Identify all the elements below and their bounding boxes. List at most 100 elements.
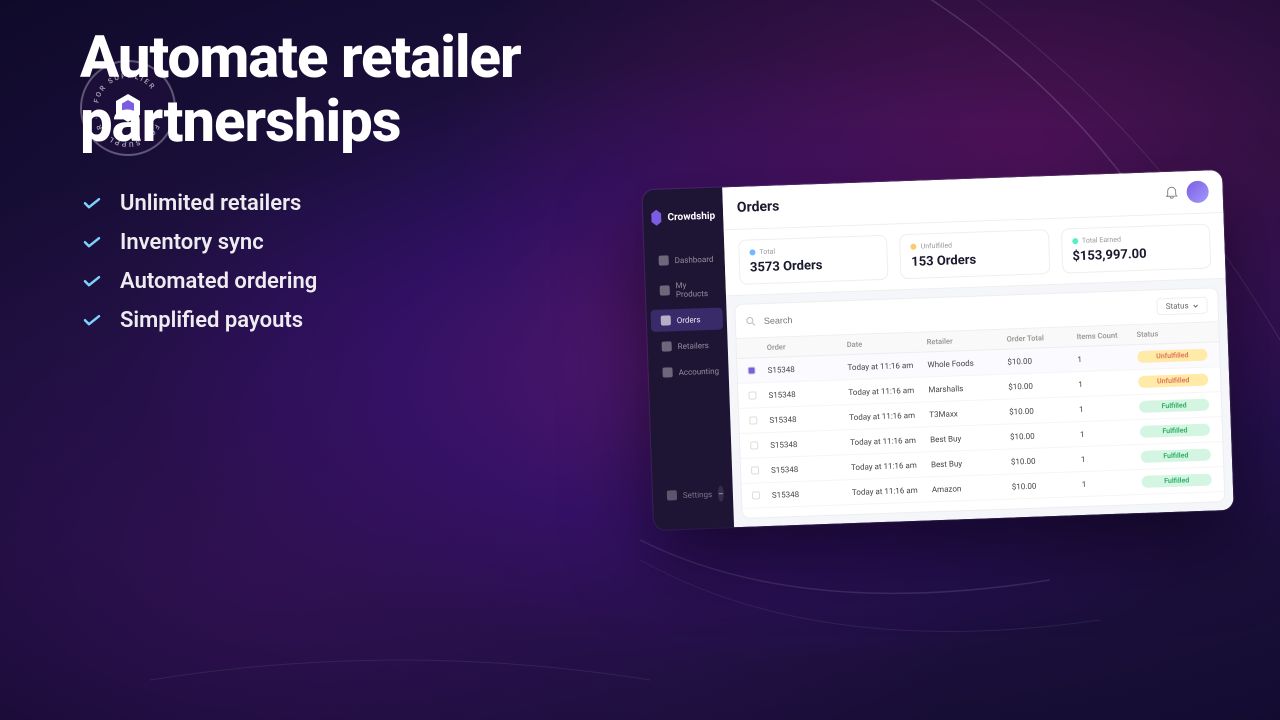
order-retailer: Best Buy (931, 457, 1011, 469)
status-badge: Unfulfilled (1138, 374, 1208, 388)
orders-table: Status Order Date Retailer Order Total I… (734, 287, 1225, 519)
app-sidebar: Crowdship Dashboard My Products Orders R… (642, 187, 734, 530)
order-retailer: T3Maxx (929, 407, 1009, 419)
sidebar-item-retailers[interactable]: Retailers (651, 333, 724, 357)
sidebar-item-accounting[interactable]: Accounting (652, 359, 725, 383)
sidebar-nav: Dashboard My Products Orders Retailers A… (644, 247, 732, 474)
settings-icon (667, 490, 677, 500)
check-icon-3 (80, 269, 104, 293)
status-badge: Unfulfilled (1137, 349, 1207, 363)
order-id: S15348 (769, 413, 849, 425)
order-total: $10.00 (1011, 455, 1081, 466)
order-id: S15348 (772, 488, 852, 500)
notification-icon[interactable] (1164, 186, 1178, 200)
main-content-area: Orders Total 3573 Orders (722, 170, 1234, 527)
row-checkbox[interactable] (750, 441, 758, 449)
order-items: 1 (1082, 477, 1142, 488)
settings-item[interactable]: Settings (656, 479, 729, 509)
header-icons (1164, 180, 1209, 204)
user-avatar (1186, 180, 1209, 203)
col-status: Status (1136, 328, 1206, 339)
products-icon (660, 285, 670, 295)
order-items: 1 (1078, 378, 1138, 389)
feature-item-inventory-sync: Inventory sync (80, 230, 521, 255)
stat-unfulfilled-dot (911, 244, 917, 250)
order-date: Today at 11:16 am (852, 485, 932, 497)
feature-item-automated-ordering: Automated ordering (80, 269, 521, 294)
status-badge: Fulfilled (1142, 474, 1212, 488)
features-list: Unlimited retailers Inventory sync Autom… (80, 191, 521, 333)
col-order: Order (767, 340, 847, 352)
status-badge: Fulfilled (1139, 399, 1209, 413)
stat-total-value: 3573 Orders (750, 256, 878, 275)
feature-item-simplified-payouts: Simplified payouts (80, 308, 521, 333)
col-items: Items Count (1076, 330, 1136, 341)
order-items: 1 (1081, 452, 1141, 463)
order-date: Today at 11:16 am (851, 460, 931, 472)
stat-total-label: Total (749, 244, 877, 256)
order-id: S15348 (771, 463, 851, 475)
table-body: S15348Today at 11:16 amWhole Foods$10.00… (737, 342, 1224, 509)
stat-unfulfilled-value: 153 Orders (911, 250, 1039, 269)
dashboard-icon (659, 255, 669, 265)
order-total: $10.00 (1008, 380, 1078, 391)
check-icon-2 (80, 230, 104, 254)
order-total: $10.00 (1010, 430, 1080, 441)
search-icon (746, 316, 756, 326)
check-icon-1 (80, 191, 104, 215)
order-retailer: Marshalls (928, 382, 1008, 394)
orders-icon (661, 315, 671, 325)
order-items: 1 (1079, 403, 1139, 414)
stat-total: Total 3573 Orders (738, 235, 889, 285)
row-checkbox[interactable] (751, 466, 759, 474)
stat-total-dot (749, 249, 755, 255)
order-items: 1 (1080, 428, 1140, 439)
collapse-button[interactable] (718, 486, 725, 502)
sidebar-item-dashboard[interactable]: Dashboard (648, 248, 721, 272)
order-items: 1 (1077, 353, 1137, 364)
page-title: Orders (737, 198, 780, 215)
order-total: $10.00 (1012, 480, 1082, 491)
stat-earned-label: Total Earned (1072, 233, 1200, 245)
check-icon-4 (80, 308, 104, 332)
stat-unfulfilled-label: Unfulfilled (911, 238, 1039, 250)
chevron-down-icon (1193, 302, 1199, 308)
col-retailer: Retailer (927, 335, 1007, 347)
sidebar-item-orders[interactable]: Orders (650, 307, 723, 331)
row-checkbox[interactable] (752, 491, 760, 499)
order-date: Today at 11:16 am (848, 385, 928, 397)
sidebar-brand: Crowdship (643, 199, 724, 234)
order-date: Today at 11:16 am (849, 410, 929, 422)
row-checkbox[interactable] (748, 391, 756, 399)
sidebar-item-my-products[interactable]: My Products (649, 274, 722, 306)
stat-unfulfilled: Unfulfilled 153 Orders (899, 229, 1050, 279)
stat-earned-value: $153,997.00 (1072, 245, 1200, 264)
stat-earned-dot (1072, 238, 1078, 244)
status-filter[interactable]: Status (1156, 297, 1207, 316)
collapse-icon (718, 491, 724, 497)
sidebar-footer: Settings (652, 471, 733, 518)
status-badge: Fulfilled (1140, 424, 1210, 438)
row-checkbox[interactable] (747, 366, 755, 374)
stat-earned: Total Earned $153,997.00 (1060, 223, 1211, 273)
sidebar-brand-text: Crowdship (667, 210, 715, 223)
order-total: $10.00 (1007, 355, 1077, 366)
search-input[interactable] (764, 302, 1149, 325)
order-id: S15348 (768, 388, 848, 400)
order-retailer: Amazon (932, 482, 1012, 494)
retailers-icon (662, 341, 672, 351)
order-id: S15348 (767, 363, 847, 375)
feature-item-unlimited-retailers: Unlimited retailers (80, 191, 521, 216)
order-retailer: Whole Foods (927, 357, 1007, 369)
left-content: Automate retailer partnerships Unlimited… (80, 27, 521, 333)
order-retailer: Best Buy (930, 432, 1010, 444)
order-date: Today at 11:16 am (847, 360, 927, 372)
order-date: Today at 11:16 am (850, 435, 930, 447)
app-window: Crowdship Dashboard My Products Orders R… (642, 170, 1234, 530)
order-id: S15348 (770, 438, 850, 450)
sidebar-brand-icon (651, 210, 662, 226)
order-total: $10.00 (1009, 405, 1079, 416)
col-date: Date (847, 337, 927, 349)
row-checkbox[interactable] (749, 416, 757, 424)
status-badge: Fulfilled (1141, 449, 1211, 463)
